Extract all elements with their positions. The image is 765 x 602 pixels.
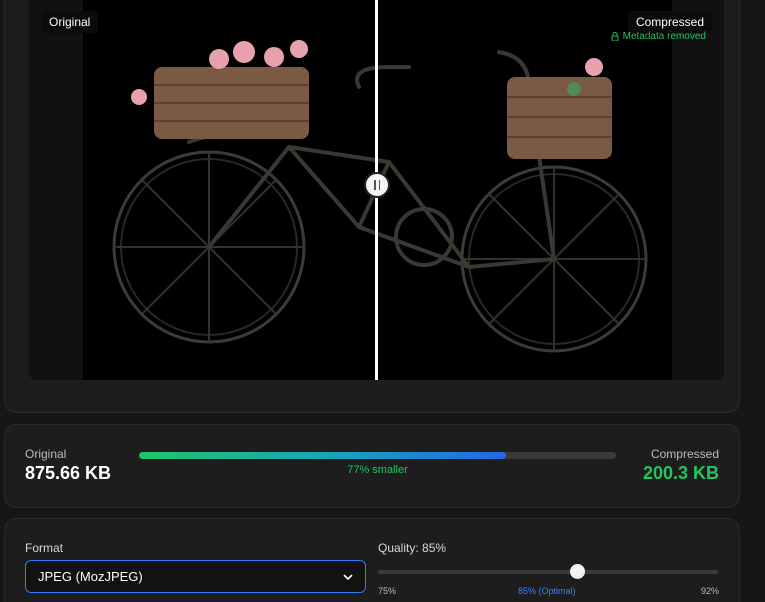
lock-icon: [611, 32, 619, 41]
preview-panel: Original Compressed Metadata removed: [4, 0, 740, 413]
reduction-text: 77% smaller: [347, 464, 408, 476]
quality-slider-thumb[interactable]: [570, 564, 585, 579]
format-label: Format: [25, 541, 64, 555]
original-size-label: Original: [25, 447, 67, 461]
compressed-size-label: Compressed: [650, 447, 719, 461]
size-reduction-bar: [139, 452, 616, 459]
metadata-removed-note: Metadata removed: [611, 31, 706, 42]
compressed-size-value: 200.3 KB: [642, 463, 719, 483]
size-reduction-bar-fill: [139, 452, 507, 459]
original-tag: Original: [41, 11, 99, 33]
quality-label: Quality: 85%: [378, 541, 447, 555]
compare-slider-handle[interactable]: [364, 172, 390, 198]
quality-min-label: 75%: [378, 586, 397, 596]
quality-optimal-label: 85% (Optimal): [518, 586, 576, 596]
size-stats-panel: Original 875.66 KB 77% smaller Compresse…: [4, 424, 740, 508]
compare-viewer[interactable]: Original Compressed Metadata removed: [29, 0, 724, 380]
compression-settings-panel: Format JPEG (MozJPEG) Quality: 85% 75% 8…: [4, 518, 740, 602]
quality-max-label: 92%: [701, 586, 720, 596]
metadata-removed-text: Metadata removed: [622, 31, 706, 42]
grip-icon: [374, 180, 376, 190]
format-select-value: JPEG (MozJPEG): [38, 569, 143, 584]
compressed-tag: Compressed: [627, 11, 712, 33]
format-select[interactable]: JPEG (MozJPEG): [25, 560, 366, 593]
chevron-down-icon: [343, 573, 353, 580]
original-size-value: 875.66 KB: [25, 463, 112, 483]
quality-slider-track[interactable]: [378, 570, 718, 574]
